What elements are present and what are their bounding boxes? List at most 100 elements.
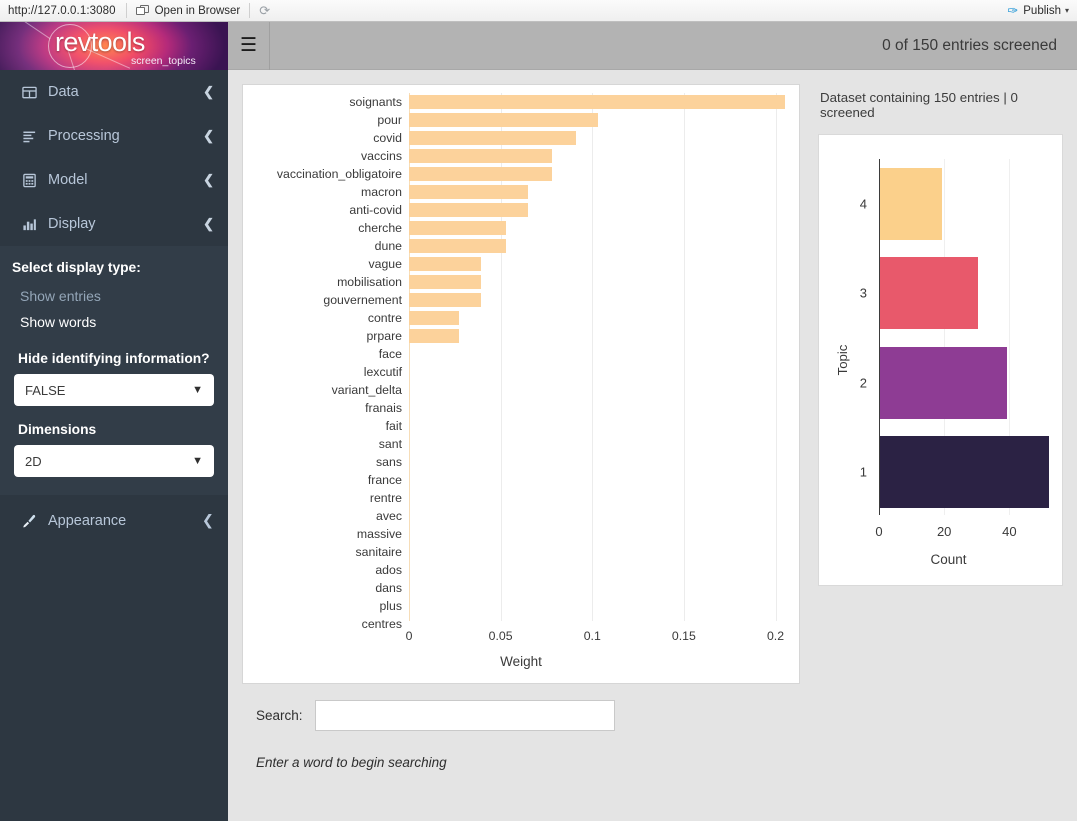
sidebar-item-data[interactable]: Data ❮ bbox=[0, 70, 228, 114]
topic-chart-ytick: 2 bbox=[859, 375, 867, 391]
calculator-icon bbox=[18, 173, 40, 188]
word-chart-row-label: sant bbox=[378, 437, 402, 451]
word-chart-row[interactable]: sant bbox=[243, 435, 789, 453]
sidebar-item-appearance[interactable]: Appearance ❮ bbox=[0, 495, 228, 547]
refresh-button[interactable]: ⟳ bbox=[252, 4, 277, 17]
display-options-title: Select display type: bbox=[12, 260, 141, 275]
word-chart-row-label: vaccins bbox=[360, 149, 402, 163]
word-chart-bar[interactable] bbox=[409, 131, 576, 145]
word-chart-bar-track bbox=[409, 329, 789, 343]
word-chart-bar[interactable] bbox=[409, 329, 460, 343]
hide-identifying-info-select[interactable]: FALSE ▼ bbox=[14, 374, 214, 406]
word-chart-row[interactable]: gouvernement bbox=[243, 291, 789, 309]
word-chart-row[interactable]: soignants bbox=[243, 93, 789, 111]
word-chart-row[interactable]: macron bbox=[243, 183, 789, 201]
word-chart-bar-track bbox=[409, 293, 789, 307]
word-chart-row-label: prpare bbox=[366, 329, 402, 343]
word-chart-bar-track bbox=[409, 311, 789, 325]
word-chart-bar-track bbox=[409, 347, 789, 361]
word-chart-row-label: lexcutif bbox=[363, 365, 402, 379]
word-chart-bar[interactable] bbox=[409, 275, 482, 289]
display-options-panel: Select display type: Show entries Show w… bbox=[0, 246, 228, 495]
word-chart-bar[interactable] bbox=[409, 113, 598, 127]
word-chart-row[interactable]: vague bbox=[243, 255, 789, 273]
word-chart-row[interactable]: sans bbox=[243, 453, 789, 471]
word-chart-row[interactable]: prpare bbox=[243, 327, 789, 345]
word-chart-row[interactable]: fait bbox=[243, 417, 789, 435]
chevron-left-icon: ❮ bbox=[203, 172, 214, 187]
word-chart-bar-track bbox=[409, 185, 789, 199]
option-show-words[interactable]: Show words bbox=[0, 309, 228, 335]
publish-dropdown-caret[interactable]: ▾ bbox=[1065, 6, 1077, 15]
word-chart-bar[interactable] bbox=[409, 95, 785, 109]
word-chart-row[interactable]: rentre bbox=[243, 489, 789, 507]
option-show-entries[interactable]: Show entries bbox=[0, 283, 228, 309]
topic-chart-bar[interactable] bbox=[880, 167, 942, 240]
sidebar-item-display-label: Display bbox=[48, 216, 96, 232]
topic-chart-bar[interactable] bbox=[880, 257, 978, 330]
topic-chart-bar[interactable] bbox=[880, 436, 1050, 509]
sidebar-menu: Data ❮ Processing ❮ Model ❮ Display ❮ bbox=[0, 70, 228, 246]
word-chart-row-label: macron bbox=[360, 185, 402, 199]
word-chart-row[interactable]: ados bbox=[243, 561, 789, 579]
publish-button[interactable]: ✑ Publish bbox=[1003, 4, 1065, 17]
word-chart-row-label: rentre bbox=[369, 491, 402, 505]
word-chart-bar[interactable] bbox=[409, 293, 482, 307]
open-in-browser-button[interactable]: Open in Browser bbox=[129, 4, 248, 17]
logo-wordmark: revtools bbox=[55, 27, 145, 57]
publish-label: Publish bbox=[1023, 4, 1061, 17]
hamburger-icon[interactable]: ☰ bbox=[228, 21, 270, 70]
sidebar-item-processing[interactable]: Processing ❮ bbox=[0, 114, 228, 158]
word-chart-bar[interactable] bbox=[409, 149, 552, 163]
word-chart-row[interactable]: plus bbox=[243, 597, 789, 615]
chevron-left-icon: ❮ bbox=[203, 128, 214, 143]
search-hint: Enter a word to begin searching bbox=[256, 755, 447, 770]
word-chart-bar-track bbox=[409, 203, 789, 217]
search-input[interactable] bbox=[314, 700, 615, 731]
topic-count-chart[interactable]: Topic 1 2 3 4 0 20 40 Count bbox=[818, 134, 1063, 586]
toolbar-divider bbox=[125, 3, 127, 18]
word-chart-row[interactable]: lexcutif bbox=[243, 363, 789, 381]
word-chart-row[interactable]: cherche bbox=[243, 219, 789, 237]
topic-chart-xtick: 40 bbox=[1002, 524, 1017, 539]
sidebar-filler bbox=[0, 547, 228, 821]
word-chart-bar[interactable] bbox=[409, 257, 482, 271]
word-chart-row[interactable]: contre bbox=[243, 309, 789, 327]
sidebar-item-display[interactable]: Display ❮ bbox=[0, 202, 228, 246]
sidebar-item-data-label: Data bbox=[48, 84, 79, 100]
word-chart-row[interactable]: dans bbox=[243, 579, 789, 597]
topic-chart-bar[interactable] bbox=[880, 346, 1008, 419]
word-chart-row[interactable]: vaccins bbox=[243, 147, 789, 165]
word-chart-row[interactable]: avec bbox=[243, 507, 789, 525]
word-chart-bar[interactable] bbox=[409, 185, 529, 199]
sidebar-item-model[interactable]: Model ❮ bbox=[0, 158, 228, 202]
viewer-url[interactable]: http://127.0.0.1:3080 bbox=[0, 5, 124, 17]
window-icon bbox=[135, 4, 150, 17]
refresh-icon: ⟳ bbox=[259, 3, 271, 18]
word-chart-bar-track bbox=[409, 257, 789, 271]
word-chart-row[interactable]: dune bbox=[243, 237, 789, 255]
word-chart-row[interactable]: covid bbox=[243, 129, 789, 147]
word-chart-row-label: variant_delta bbox=[331, 383, 402, 397]
logo-subtitle: screen_topics bbox=[131, 55, 196, 67]
word-chart-bar[interactable] bbox=[409, 239, 507, 253]
word-weight-chart[interactable]: soignants pour covid vaccins vaccination_obl… bbox=[242, 84, 800, 684]
word-chart-row[interactable]: sanitaire bbox=[243, 543, 789, 561]
word-chart-bar-track bbox=[409, 149, 789, 163]
word-chart-row[interactable]: variant_delta bbox=[243, 381, 789, 399]
word-chart-row[interactable]: face bbox=[243, 345, 789, 363]
logo-spoke-1 bbox=[13, 22, 51, 40]
word-chart-row[interactable]: pour bbox=[243, 111, 789, 129]
dimensions-select[interactable]: 2D ▼ bbox=[14, 445, 214, 477]
word-chart-row[interactable]: mobilisation bbox=[243, 273, 789, 291]
word-chart-row[interactable]: massive bbox=[243, 525, 789, 543]
word-chart-row[interactable]: centres bbox=[243, 615, 789, 633]
word-chart-bar[interactable] bbox=[409, 203, 529, 217]
word-chart-bar[interactable] bbox=[409, 221, 507, 235]
word-chart-row[interactable]: franais bbox=[243, 399, 789, 417]
word-chart-row[interactable]: vaccination_obligatoire bbox=[243, 165, 789, 183]
word-chart-row[interactable]: anti-covid bbox=[243, 201, 789, 219]
word-chart-bar[interactable] bbox=[409, 311, 460, 325]
word-chart-bar[interactable] bbox=[409, 167, 552, 181]
word-chart-row[interactable]: france bbox=[243, 471, 789, 489]
